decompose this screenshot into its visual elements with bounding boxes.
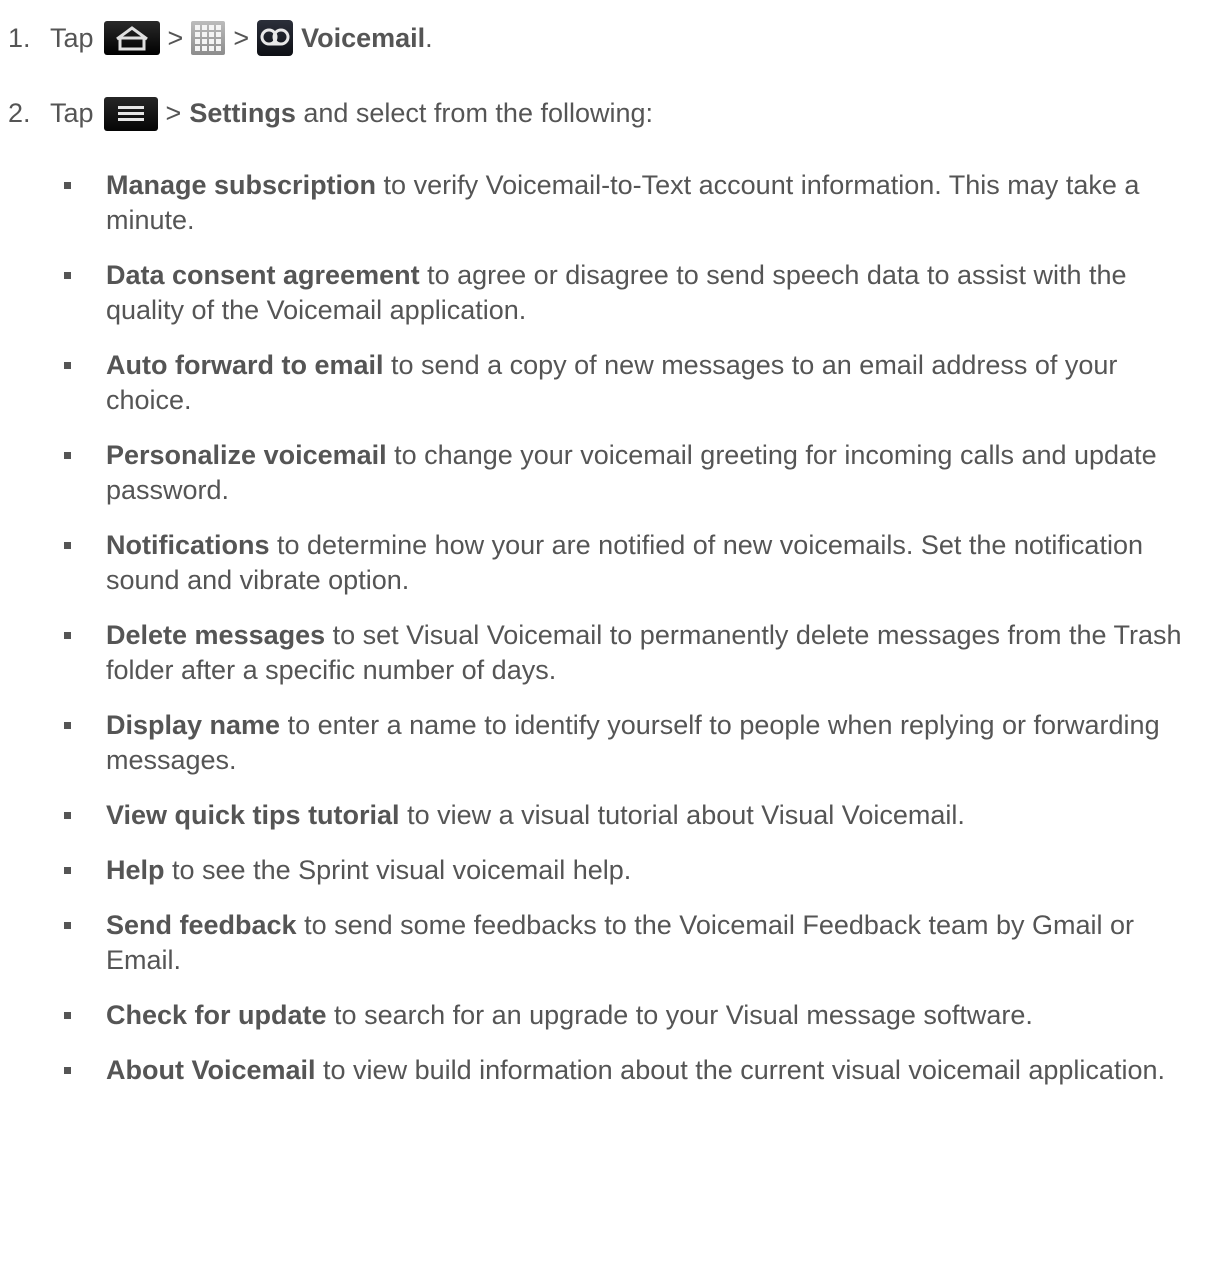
voicemail-icon (257, 20, 294, 56)
option-description: to search for an upgrade to your Visual … (326, 1000, 1033, 1030)
list-item: About Voicemail to view build informatio… (60, 1053, 1210, 1088)
period: . (425, 22, 433, 53)
list-item: Display name to enter a name to identify… (60, 708, 1210, 778)
bullet-icon (64, 182, 71, 189)
list-item: Manage subscription to verify Voicemail-… (60, 168, 1210, 238)
home-icon (103, 21, 160, 55)
list-item: Delete messages to set Visual Voicemail … (60, 618, 1210, 688)
option-name: Manage subscription (106, 170, 377, 200)
separator: > (165, 98, 182, 128)
settings-label: Settings (189, 98, 296, 128)
option-description: to see the Sprint visual voicemail help. (164, 855, 632, 885)
list-item: Data consent agreement to agree or disag… (60, 258, 1210, 328)
step-number: 1. (8, 22, 31, 53)
option-description: to view build information about the curr… (315, 1055, 1165, 1085)
bullet-icon (64, 1067, 71, 1074)
bullet-icon (64, 362, 71, 369)
bullet-icon (64, 867, 71, 874)
option-name: Send feedback (106, 910, 297, 940)
bullet-icon (64, 1012, 71, 1019)
step-prefix: Tap (50, 22, 94, 53)
option-name: About Voicemail (106, 1055, 316, 1085)
step-suffix: and select from the following: (295, 98, 654, 128)
option-name: Data consent agreement (106, 260, 420, 290)
step-1: 1. Tap > > Voicemail . (8, 20, 433, 56)
option-name: Check for update (106, 1000, 327, 1030)
list-item: Personalize voicemail to change your voi… (60, 438, 1210, 508)
bullet-icon (64, 452, 71, 459)
bullet-icon (64, 542, 71, 549)
list-item: Notifications to determine how your are … (60, 528, 1210, 598)
bullet-icon (64, 272, 71, 279)
bullet-icon (64, 922, 71, 929)
list-item: View quick tips tutorial to view a visua… (60, 798, 1210, 833)
settings-option-list: Manage subscription to verify Voicemail-… (60, 168, 1210, 1108)
option-name: Auto forward to email (106, 350, 384, 380)
option-name: Display name (106, 710, 281, 740)
list-item: Auto forward to email to send a copy of … (60, 348, 1210, 418)
option-name: Personalize voicemail (106, 440, 387, 470)
step-prefix: Tap (50, 98, 94, 128)
option-name: Notifications (106, 530, 270, 560)
apps-icon (191, 21, 226, 55)
option-name: Delete messages (106, 620, 326, 650)
option-description: to view a visual tutorial about Visual V… (399, 800, 965, 830)
separator: > (233, 22, 250, 53)
bullet-icon (64, 722, 71, 729)
separator: > (167, 22, 184, 53)
voicemail-label: Voicemail (301, 22, 426, 53)
menu-icon (103, 96, 158, 131)
option-name: View quick tips tutorial (106, 800, 400, 830)
step-number: 2. (8, 98, 31, 128)
bullet-icon (64, 632, 71, 639)
list-item: Send feedback to send some feedbacks to … (60, 908, 1210, 978)
list-item: Check for update to search for an upgrad… (60, 998, 1210, 1033)
bullet-icon (64, 812, 71, 819)
option-name: Help (106, 855, 165, 885)
list-item: Help to see the Sprint visual voicemail … (60, 853, 1210, 888)
step-2: 2. Tap > Settings and select from the fo… (8, 96, 653, 131)
